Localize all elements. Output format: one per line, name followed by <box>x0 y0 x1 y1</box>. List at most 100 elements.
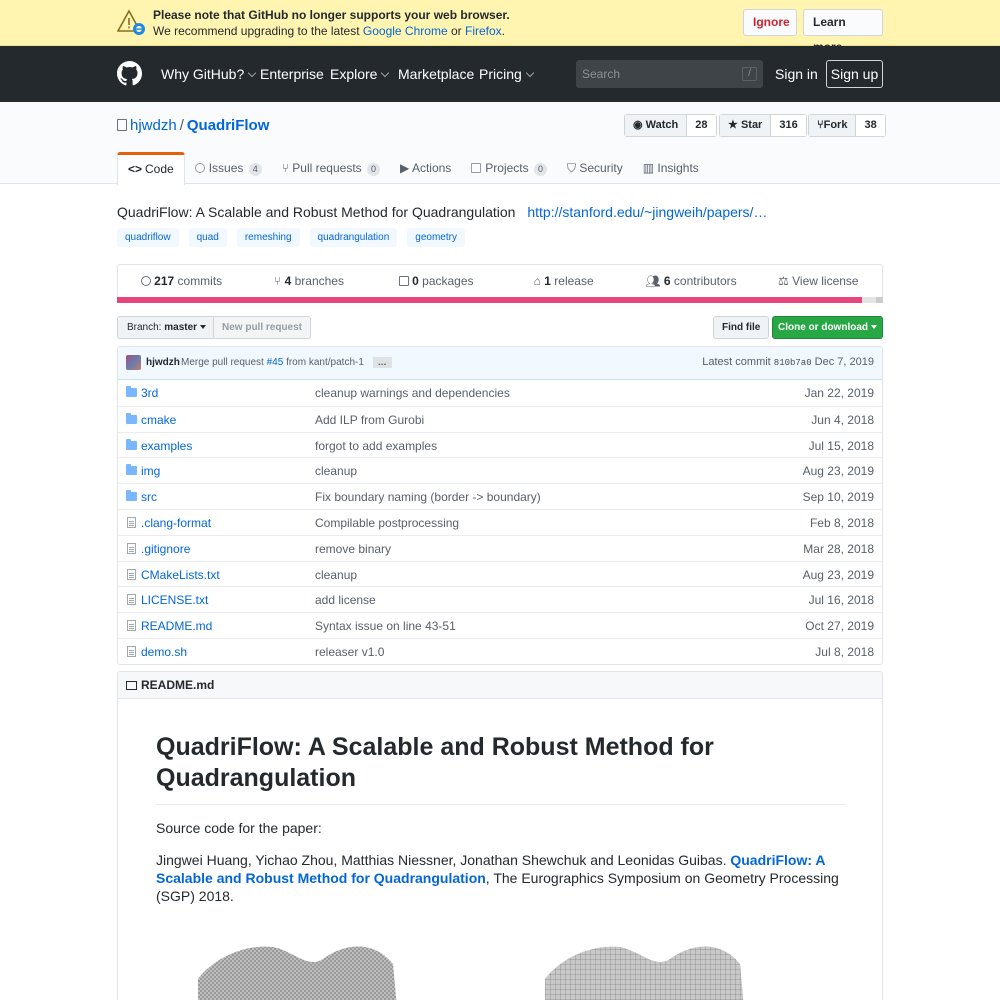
readme-heading: QuadriFlow: A Scalable and Robust Method… <box>156 732 846 805</box>
nav-why-github[interactable]: Why GitHub? <box>161 66 257 82</box>
nav-pricing[interactable]: Pricing <box>479 66 535 82</box>
book-icon <box>126 681 137 690</box>
file-icon <box>127 516 136 528</box>
license-link[interactable]: ⚖ View license <box>755 265 882 297</box>
find-file-button[interactable]: Find file <box>713 316 770 339</box>
packages-link[interactable]: 0 packages <box>373 265 500 297</box>
star-button-group: ★ Star 316 <box>719 114 807 137</box>
repo-homepage-link[interactable]: http://stanford.edu/~jingweih/papers/… <box>527 204 767 220</box>
watch-button[interactable]: ◉ Watch <box>625 115 688 136</box>
topic-tag[interactable]: quadrangulation <box>309 228 398 247</box>
topic-tag[interactable]: geometry <box>407 228 465 247</box>
commit-message-link[interactable]: Add ILP from Gurobi <box>315 413 424 427</box>
topic-tag[interactable]: remeshing <box>236 228 300 247</box>
watch-count[interactable]: 28 <box>687 115 716 136</box>
dragon-quad-mesh-image <box>545 946 744 1000</box>
commit-message-link[interactable]: Fix boundary naming (border -> boundary) <box>315 490 541 504</box>
file-name-link[interactable]: cmake <box>141 413 176 427</box>
search-box: / <box>576 60 763 88</box>
contributors-link[interactable]: 👥︎ 6 contributors <box>627 265 754 297</box>
table-row: CMakeLists.txt cleanup Aug 23, 2019 <box>118 560 882 587</box>
tab-issues[interactable]: Issues 4 <box>185 152 272 184</box>
avatar[interactable] <box>126 355 141 370</box>
commit-message-link[interactable]: Compilable postprocessing <box>315 516 459 530</box>
table-row: img cleanup Aug 23, 2019 <box>118 457 882 483</box>
file-name-link[interactable]: .gitignore <box>141 542 190 556</box>
search-input[interactable] <box>576 60 736 88</box>
tab-insights[interactable]: ▥ Insights <box>633 152 709 184</box>
language-segment <box>862 297 876 303</box>
star-count[interactable]: 316 <box>771 115 806 136</box>
file-name-link[interactable]: examples <box>141 439 192 453</box>
file-name-link[interactable]: .clang-format <box>141 516 211 530</box>
folder-icon <box>126 438 137 450</box>
nav-marketplace[interactable]: Marketplace <box>398 66 474 82</box>
branch-select-button[interactable]: Branch: master <box>117 316 217 339</box>
file-list: 3rd cleanup warnings and dependencies Jan … <box>118 380 882 664</box>
table-row: examples forgot to add examples Jul 15, 20… <box>118 431 882 458</box>
releases-link[interactable]: ⌂ 1 release <box>500 265 627 297</box>
table-row: 3rd cleanup warnings and dependencies Jan … <box>118 380 882 406</box>
clone-or-download-button[interactable]: Clone or download <box>772 316 883 339</box>
tab-security[interactable]: ⛉ Security <box>557 152 633 184</box>
topic-tag[interactable]: quad <box>188 228 227 247</box>
github-logo-icon[interactable] <box>117 61 142 86</box>
repo-name-link[interactable]: QuadriFlow <box>187 117 270 134</box>
shield-icon: ⛉ <box>567 161 577 175</box>
tab-code[interactable]: <> Code <box>117 152 185 185</box>
file-name-link[interactable]: img <box>141 464 160 478</box>
commits-link[interactable]: 217 commits <box>118 265 245 297</box>
commit-age: Aug 23, 2019 <box>802 464 874 479</box>
commit-message-link[interactable]: Syntax issue on line 43-51 <box>315 619 456 633</box>
file-name-link[interactable]: LICENSE.txt <box>141 593 208 607</box>
tab-actions[interactable]: ▶ Actions <box>390 152 461 184</box>
commit-age: Jan 22, 2019 <box>804 386 874 400</box>
learn-more-button[interactable]: Learn more <box>803 9 883 54</box>
branch-icon: ⑂ <box>274 274 282 288</box>
repo-owner-link[interactable]: hjwdzh <box>130 117 177 134</box>
branches-link[interactable]: ⑂ 4 branches <box>245 265 372 297</box>
graph-icon: ▥ <box>642 161 655 175</box>
file-name-link[interactable]: demo.sh <box>141 645 187 659</box>
nav-enterprise[interactable]: Enterprise <box>260 66 324 82</box>
commit-message-link[interactable]: cleanup warnings and dependencies <box>315 386 510 400</box>
table-row: demo.sh releaser v1.0 Jul 8, 2018 <box>118 637 882 664</box>
language-bar[interactable] <box>117 297 883 303</box>
google-chrome-link[interactable]: Google Chrome <box>363 24 448 38</box>
file-name-link[interactable]: README.md <box>141 619 212 633</box>
new-pull-request-button[interactable]: New pull request <box>213 316 312 339</box>
fork-count[interactable]: 38 <box>856 115 885 136</box>
commit-author-link[interactable]: hjwdzh <box>146 357 180 368</box>
nav-explore[interactable]: Explore <box>330 66 390 82</box>
commit-message-link[interactable]: add license <box>315 593 376 607</box>
file-name-link[interactable]: CMakeLists.txt <box>141 568 220 582</box>
commit-message-link[interactable]: cleanup <box>315 568 357 582</box>
fork-button[interactable]: ⑂Fork <box>809 115 857 136</box>
projects-count: 0 <box>534 163 548 176</box>
commit-message-link[interactable]: releaser v1.0 <box>315 645 384 659</box>
commit-message-link[interactable]: remove binary <box>315 542 391 556</box>
firefox-link[interactable]: Firefox <box>465 24 502 38</box>
folder-icon <box>126 464 137 476</box>
tab-pull-requests[interactable]: ⑂ Pull requests 0 <box>272 152 390 184</box>
file-name-link[interactable]: src <box>141 490 157 504</box>
issue-icon <box>194 163 205 173</box>
topic-tag[interactable]: quadriflow <box>117 228 179 247</box>
file-name-link[interactable]: 3rd <box>141 386 158 400</box>
star-button[interactable]: ★ Star <box>720 115 772 136</box>
repo-numbers-summary: 217 commits ⑂ 4 branches 0 packages ⌂ 1 … <box>117 264 883 297</box>
sign-up-button[interactable]: Sign up <box>826 60 883 88</box>
sign-in-link[interactable]: Sign in <box>775 66 818 82</box>
commit-sha-link[interactable]: 810b7a0 <box>774 358 812 368</box>
commit-message-link[interactable]: cleanup <box>315 464 357 478</box>
file-icon <box>127 645 136 657</box>
topic-list: quadriflow quad remeshing quadrangulatio… <box>117 228 465 247</box>
expand-commit-button[interactable]: … <box>372 357 392 368</box>
ignore-button[interactable]: Ignore <box>743 9 797 36</box>
watch-button-group: ◉ Watch 28 <box>624 114 717 137</box>
unsupported-browser-banner: Please note that GitHub no longer suppor… <box>0 0 1000 54</box>
pull-request-link[interactable]: #45 <box>267 357 284 368</box>
readme-content: QuadriFlow: A Scalable and Robust Method… <box>156 732 846 905</box>
tab-projects[interactable]: Projects 0 <box>461 152 557 184</box>
commit-message-link[interactable]: forgot to add examples <box>315 439 437 453</box>
